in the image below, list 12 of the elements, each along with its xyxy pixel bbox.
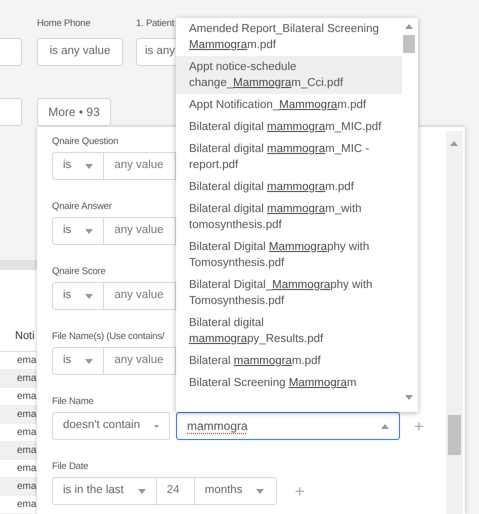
table-cell: ema — [0, 478, 37, 496]
filter-label: File Name(s) (Use contains/ — [52, 331, 164, 343]
table-cell: ema — [0, 406, 37, 424]
filter-label: File Name — [52, 396, 94, 408]
filter-label: Qnaire Score — [52, 266, 106, 278]
table-cell: ema — [0, 370, 37, 388]
table-cell: ema — [0, 442, 37, 460]
filter-label: Qnaire Answer — [52, 201, 112, 213]
filter-label: File Date — [52, 461, 88, 473]
filter-label: Qnaire Question — [52, 136, 118, 148]
filter-label: 1. Patient — [136, 17, 174, 31]
filter-label: Home Phone — [37, 17, 90, 31]
